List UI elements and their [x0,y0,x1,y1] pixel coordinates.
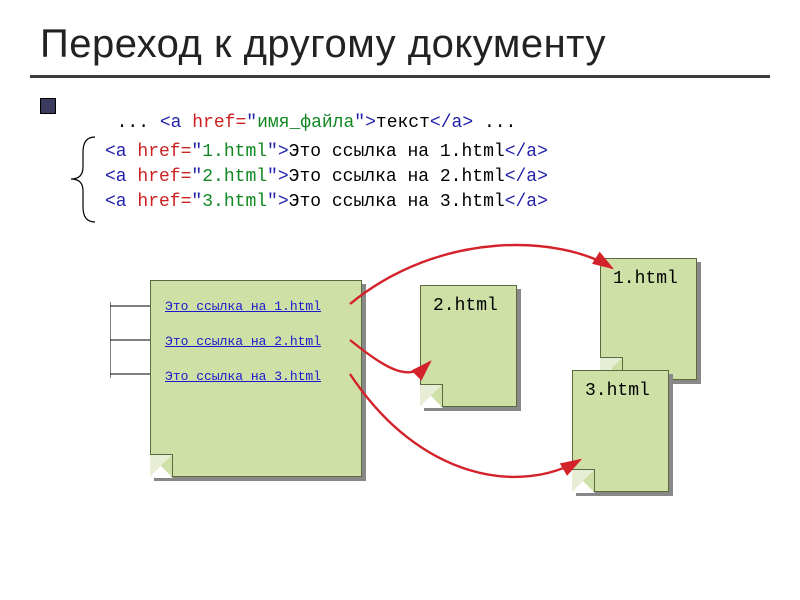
target-doc-2: 2.html [420,285,517,407]
target-doc-3: 3.html [572,370,669,492]
syntax-line: ... <a href="имя_файла">текст</a> ... [95,93,516,133]
title-underline [30,75,770,78]
syn-text: текст [376,113,430,133]
source-document: Это ссылка на 1.html Это ссылка на 2.htm… [150,280,362,477]
syn-close1: > [365,113,376,133]
syn-post: ... [473,113,516,133]
brace-icon [65,132,105,227]
doc-link-3[interactable]: Это ссылка на 3.html [165,369,321,384]
syn-q1: " [246,113,257,133]
syn-tag-open: <a [160,113,192,133]
syn-q2: " [354,113,365,133]
example-line: <a href="3.html">Это ссылка на 3.html</a… [105,190,548,215]
target-doc-2-label: 2.html [433,296,498,316]
page-title: Переход к другому документу [40,22,606,67]
syn-val: имя_файла [257,113,354,133]
syn-pre: ... [117,113,160,133]
target-doc-3-label: 3.html [585,381,650,401]
target-doc-1: 1.html [600,258,697,380]
target-doc-1-label: 1.html [613,269,678,289]
syn-attr: href= [192,113,246,133]
bullet-icon [40,98,56,114]
source-doc-links: Это ссылка на 1.html Это ссылка на 2.htm… [165,299,321,404]
doc-link-1[interactable]: Это ссылка на 1.html [165,299,321,314]
example-line: <a href="1.html">Это ссылка на 1.html</a… [105,140,548,165]
doc-link-2[interactable]: Это ссылка на 2.html [165,334,321,349]
example-code-block: <a href="1.html">Это ссылка на 1.html</a… [105,140,548,216]
syn-close2: </a> [430,113,473,133]
example-line: <a href="2.html">Это ссылка на 2.html</a… [105,165,548,190]
